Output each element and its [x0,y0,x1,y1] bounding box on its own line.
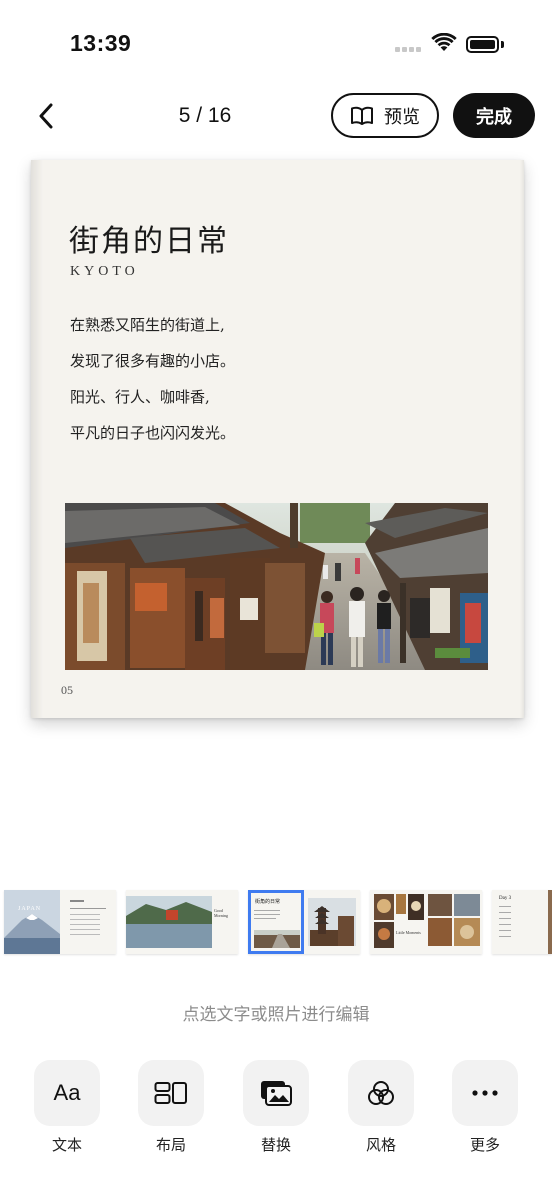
tool-label: 文本 [51,1136,82,1154]
body-line: 发现了很多有趣的小店。 [70,352,236,370]
battery-cap [501,41,504,48]
pagoda-thumbnail-image [308,898,356,946]
thumbnail-title: Little Moments [396,930,421,935]
status-time: 13:39 [70,30,132,56]
more-tool-button[interactable]: 更多 [452,1060,518,1155]
back-button[interactable] [30,96,62,136]
body-line: 阳光、行人、咖啡香, [70,388,210,406]
tool-label: 风格 [365,1136,396,1154]
page-subtitle[interactable]: KYOTO [70,264,139,280]
contents-list-lines [70,900,106,935]
tool-label: 替换 [260,1136,291,1154]
preview-label: 预览 [384,106,420,128]
more-icon [472,1090,498,1096]
battery-icon [466,36,499,53]
edit-hint: 点选文字或照片进行编辑 [182,1005,370,1025]
page-title[interactable]: 街角的日常 [69,216,229,260]
style-tool-button[interactable]: 风格 [348,1060,414,1155]
thumbnail-title: Day 3 [499,896,512,901]
body-line: 在熟悉又陌生的街道上, [70,316,225,334]
text-tool-button[interactable]: Aa 文本 [34,1060,100,1155]
page-counter: 5 / 16 [178,104,232,127]
cellular-signal-icon [395,47,423,53]
book-icon [351,106,373,125]
lake-thumbnail-image [126,890,212,954]
tool-label: 更多 [469,1136,500,1154]
thumbnail-page[interactable]: JAPAN [4,890,116,954]
layout-icon [154,1082,187,1104]
page-number: 05 [61,683,73,697]
replace-image-icon [261,1081,292,1106]
thumbnail-title: Good Morning [214,908,228,918]
thumbnail-page[interactable]: Little Moments [370,890,482,954]
cafe-thumbnail-image [426,890,482,954]
street-photo-image [65,503,488,670]
replace-tool-button[interactable]: 替换 [243,1060,309,1155]
thumbnail-title: JAPAN [18,906,42,912]
done-button[interactable]: 完成 [453,93,535,138]
page-thumbnail-strip[interactable]: JAPAN Good Morning 街角的日常 Little Moments … [0,890,552,954]
style-icon [368,1081,394,1105]
food-thumbnail-image [370,890,426,954]
preview-button[interactable]: 预览 [331,93,439,138]
selected-page-indicator [248,890,304,954]
text-icon: Aa [53,1080,81,1105]
thumbnail-page[interactable]: Day 3 [492,890,552,954]
chevron-left-icon [39,103,53,129]
mountain-thumbnail-image [4,890,60,954]
page-body-text[interactable]: 在熟悉又陌生的街道上, 发现了很多有趣的小店。 阳光、行人、咖啡香, 平凡的日子… [70,312,235,456]
thumbnail-page-current[interactable]: 街角的日常 [248,890,360,954]
status-bar: 13:39 [0,0,552,80]
layout-tool-button[interactable]: 布局 [138,1060,204,1155]
street-photo[interactable] [65,503,488,670]
wifi-icon [431,33,457,51]
tool-label: 布局 [155,1136,186,1154]
thumbnail-page[interactable]: Good Morning [126,890,238,954]
photobook-page[interactable]: 街角的日常 KYOTO 在熟悉又陌生的街道上, 发现了很多有趣的小店。 阳光、行… [31,160,524,718]
body-line: 平凡的日子也闪闪发光。 [70,424,236,442]
